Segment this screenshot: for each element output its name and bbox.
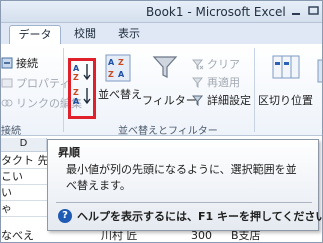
connections-label: 接続 <box>16 57 38 70</box>
sort-filter-group-label: 並べ替えとフィルター <box>118 126 218 137</box>
screen-tip-description: 最小値が列の先頭になるように、選択範囲を並べ替えます。 <box>66 163 297 192</box>
ribbon-tab-row: データ 校閲 表示 <box>1 23 322 45</box>
advanced-filter-icon <box>192 95 204 106</box>
tab-view-label: 表示 <box>118 27 140 40</box>
screen-tip-help-text: ヘルプを表示するには、F1 キーを押してください。 <box>77 210 323 223</box>
reapply-label: 再適用 <box>207 76 240 89</box>
window-title: Book1 - Microsoft Excel <box>146 5 286 19</box>
properties-icon <box>1 78 13 88</box>
edit-links-icon <box>1 99 13 107</box>
tab-review-label: 校閲 <box>74 27 96 40</box>
sort-dialog-icon: A Z Z A <box>105 54 131 82</box>
advanced-label: 詳細設定 <box>207 94 251 107</box>
connections-icon <box>1 57 13 69</box>
connections-button[interactable]: 接続 <box>1 54 38 72</box>
sheet-cell[interactable]: ゃ <box>1 201 47 217</box>
group-divider <box>254 48 255 132</box>
svg-text:Z: Z <box>108 70 114 79</box>
sheet-cell[interactable]: タクト 先名 <box>1 153 47 169</box>
restore-icon <box>308 6 319 15</box>
help-icon: ? <box>58 209 72 223</box>
connections-group: 接続 プロパティ リンクの編集 接続 <box>1 44 82 137</box>
remove-duplicates-button[interactable] <box>317 58 322 102</box>
tab-review[interactable]: 校閲 <box>67 25 103 45</box>
advanced-button[interactable]: 詳細設定 <box>192 92 251 108</box>
sort-button[interactable]: A Z Z A 並べ替え <box>98 54 142 106</box>
column-header-label: D <box>19 138 28 149</box>
clear-filter-icon <box>192 59 204 70</box>
connections-group-label: 接続 <box>1 126 21 137</box>
column-header-d[interactable]: D <box>1 138 47 152</box>
filter-funnel-icon <box>152 56 178 78</box>
svg-text:Z: Z <box>118 58 124 67</box>
sort-label: 並べ替え <box>98 88 142 101</box>
tab-data[interactable]: データ <box>9 25 61 45</box>
screen-tip-help: ? ヘルプを表示するには、F1 キーを押してください。 <box>58 208 323 224</box>
clear-button[interactable]: クリア <box>192 56 240 72</box>
reapply-filter-icon <box>192 77 204 88</box>
filter-button[interactable]: フィルター <box>142 54 197 107</box>
sheet-cell[interactable]: こい <box>1 169 47 185</box>
reapply-button[interactable]: 再適用 <box>192 74 240 90</box>
properties-button[interactable]: プロパティ <box>1 74 70 92</box>
screen-tip-divider <box>56 202 312 203</box>
screen-tip: 昇順 最小値が列の先頭になるように、選択範囲を並べ替えます。 ? ヘルプを表示す… <box>47 139 322 231</box>
title-bar: Book1 - Microsoft Excel <box>1 1 322 23</box>
tab-view[interactable]: 表示 <box>111 25 147 45</box>
minimize-icon <box>292 13 300 15</box>
minimize-button[interactable] <box>287 1 305 21</box>
text-to-columns-button[interactable]: 区切り位置 <box>258 54 316 107</box>
svg-text:A: A <box>108 58 115 67</box>
sheet-cell[interactable]: い <box>1 185 47 201</box>
text-to-columns-label: 区切り位置 <box>258 94 313 107</box>
data-tools-icon <box>317 59 322 83</box>
highlight-box <box>68 58 96 119</box>
clear-label: クリア <box>207 58 240 71</box>
filter-label: フィルター <box>142 94 197 107</box>
tab-data-label: データ <box>18 28 52 41</box>
text-to-columns-icon <box>272 55 300 79</box>
excel-window: Book1 - Microsoft Excel データ 校閲 表示 接続 プロパ… <box>0 0 323 243</box>
ribbon: 接続 プロパティ リンクの編集 接続 A Z Z A A Z Z A 並べ替え … <box>1 44 322 137</box>
restore-button[interactable] <box>305 1 322 21</box>
svg-text:A: A <box>118 70 125 79</box>
sort-filter-group: A Z Z A A Z Z A 並べ替え フィルター クリア 再適用 詳細設定 … <box>64 44 254 137</box>
screen-tip-title: 昇順 <box>58 146 80 159</box>
